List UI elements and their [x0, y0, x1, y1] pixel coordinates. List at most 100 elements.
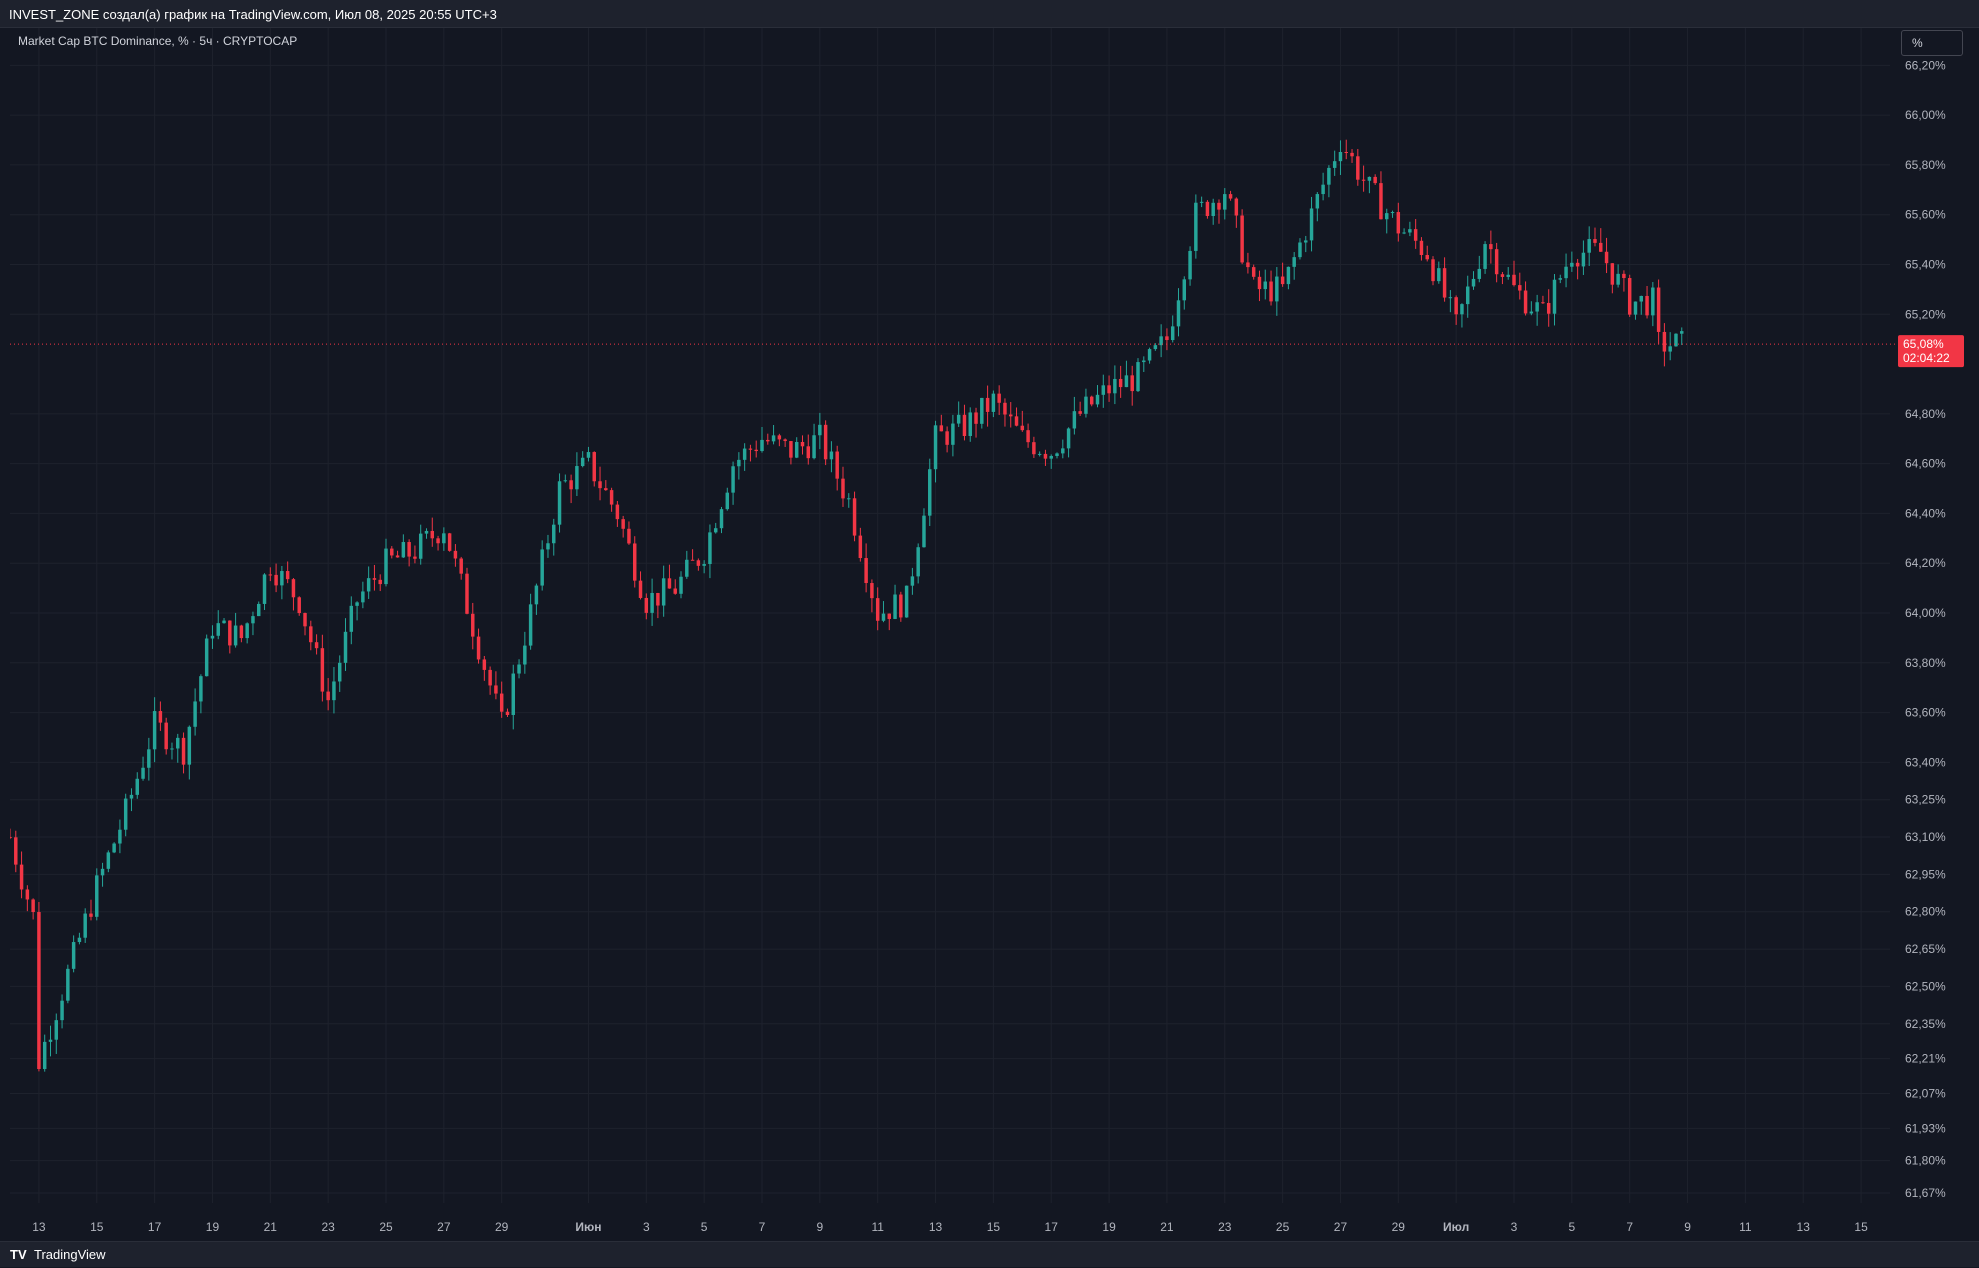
candle-body	[1055, 453, 1059, 456]
x-tick-label: 9	[817, 1220, 824, 1234]
candle-body	[1419, 240, 1424, 255]
candle-body	[899, 594, 903, 618]
y-tick-label: 62,95%	[1905, 867, 1946, 881]
candle-body	[430, 530, 435, 539]
candle-body	[928, 469, 932, 516]
footer-brand[interactable]: TradingView	[34, 1247, 106, 1262]
candle-body	[424, 530, 429, 534]
x-tick-label: 13	[1797, 1220, 1811, 1234]
candle-body	[233, 625, 238, 646]
candle-body	[349, 605, 354, 632]
candle-body	[1066, 428, 1071, 449]
candle-body	[1610, 263, 1615, 285]
candlestick-chart[interactable]: 65,08%02:04:22 66,20%66,00%65,80%65,60%6…	[10, 28, 1979, 1241]
y-tick-label: 63,10%	[1905, 830, 1946, 844]
candle-body	[864, 558, 868, 584]
candle-body	[1361, 179, 1366, 181]
x-tick-label: 9	[1684, 1220, 1691, 1234]
y-tick-label: 65,80%	[1905, 158, 1946, 172]
candle-body	[656, 592, 660, 606]
candle-body	[309, 626, 313, 643]
candle-body	[1425, 254, 1429, 260]
candle-body	[291, 579, 296, 598]
candle-body	[1396, 212, 1401, 234]
candle-body	[1228, 194, 1233, 199]
candle-body	[644, 597, 649, 613]
percent-scale-button[interactable]: %	[1901, 30, 1963, 56]
candle-body	[1251, 267, 1256, 277]
candle-body	[991, 393, 996, 412]
candle-body	[1223, 194, 1227, 210]
candle-body	[771, 435, 776, 442]
y-tick-label: 62,50%	[1905, 979, 1946, 993]
x-tick-label: 15	[90, 1220, 104, 1234]
x-tick-label: 5	[701, 1220, 708, 1234]
candle-body	[945, 431, 949, 445]
current-price-label: 65,08%	[1903, 337, 1944, 351]
candles	[10, 139, 1684, 1072]
candle-body	[216, 623, 220, 636]
candle-body	[789, 441, 793, 458]
y-tick-label: 61,80%	[1905, 1154, 1946, 1168]
candle-body	[268, 574, 273, 576]
series-legend[interactable]: Market Cap BTC Dominance, % · 5ч · CRYPT…	[18, 34, 297, 48]
x-tick-label: 13	[929, 1220, 943, 1234]
candle-body	[1072, 411, 1077, 429]
y-tick-label: 63,60%	[1905, 706, 1946, 720]
candle-body	[1523, 290, 1528, 314]
candle-body	[812, 435, 816, 459]
x-tick-label: 29	[495, 1220, 509, 1234]
candle-body	[1286, 266, 1291, 285]
candle-body	[748, 448, 753, 450]
candle-body	[285, 571, 290, 580]
candle-body	[1170, 326, 1175, 341]
candle-body	[447, 533, 452, 551]
candle-body	[1564, 266, 1568, 279]
candle-body	[1078, 411, 1082, 414]
candle-body	[685, 559, 689, 577]
candle-body	[621, 519, 625, 529]
candle-body	[187, 726, 192, 765]
candle-body	[696, 560, 701, 566]
chart-frame[interactable]: 65,08% 02:04:22 66,20% 66,00% 65,80% 65,60% 6…	[10, 28, 1979, 1241]
candle-body	[881, 613, 886, 621]
candle-body	[823, 424, 828, 460]
candle-body	[690, 559, 695, 561]
candle-body	[1570, 262, 1574, 267]
candle-body	[1280, 276, 1285, 285]
y-tick-label: 64,80%	[1905, 407, 1946, 421]
candle-body	[494, 685, 498, 694]
candle-body	[1639, 295, 1643, 302]
candle-body	[609, 490, 614, 505]
candle-body	[1622, 273, 1626, 279]
candle-body	[199, 676, 203, 702]
price-axis[interactable]: 66,20% 66,00% 65,80% 65,60% 65,40% 65,20% 64,8…	[1905, 58, 1946, 1200]
candle-body	[563, 480, 568, 482]
candle-body	[1552, 279, 1557, 314]
candle-body	[760, 439, 764, 452]
candle-body	[1292, 257, 1296, 267]
time-axis[interactable]: 13 15 17 19 21 23 25 27 29 Июн 3 5 7 9 11 13 15 17 19 21 23 2…	[32, 1220, 1868, 1234]
y-tick-label: 66,00%	[1905, 108, 1946, 122]
candle-body	[1147, 349, 1152, 361]
x-tick-label: 7	[759, 1220, 766, 1234]
candle-body	[1130, 375, 1134, 392]
candle-body	[476, 636, 481, 660]
candle-body	[575, 466, 579, 490]
candle-body	[1043, 453, 1048, 459]
candle-body	[835, 451, 839, 479]
candle-body	[1471, 278, 1476, 287]
candle-body	[1413, 229, 1418, 241]
candle-body	[320, 648, 325, 692]
y-tick-label: 61,67%	[1905, 1186, 1946, 1200]
candle-body	[112, 843, 116, 853]
candle-body	[1142, 360, 1146, 363]
candle-body	[239, 625, 244, 639]
y-tick-label: 61,93%	[1905, 1121, 1946, 1135]
candle-body	[505, 711, 510, 715]
candle-body	[1604, 251, 1609, 264]
candle-body	[968, 412, 972, 437]
candle-body	[1153, 345, 1158, 350]
candle-body	[956, 414, 961, 424]
candle-body	[1518, 285, 1522, 291]
